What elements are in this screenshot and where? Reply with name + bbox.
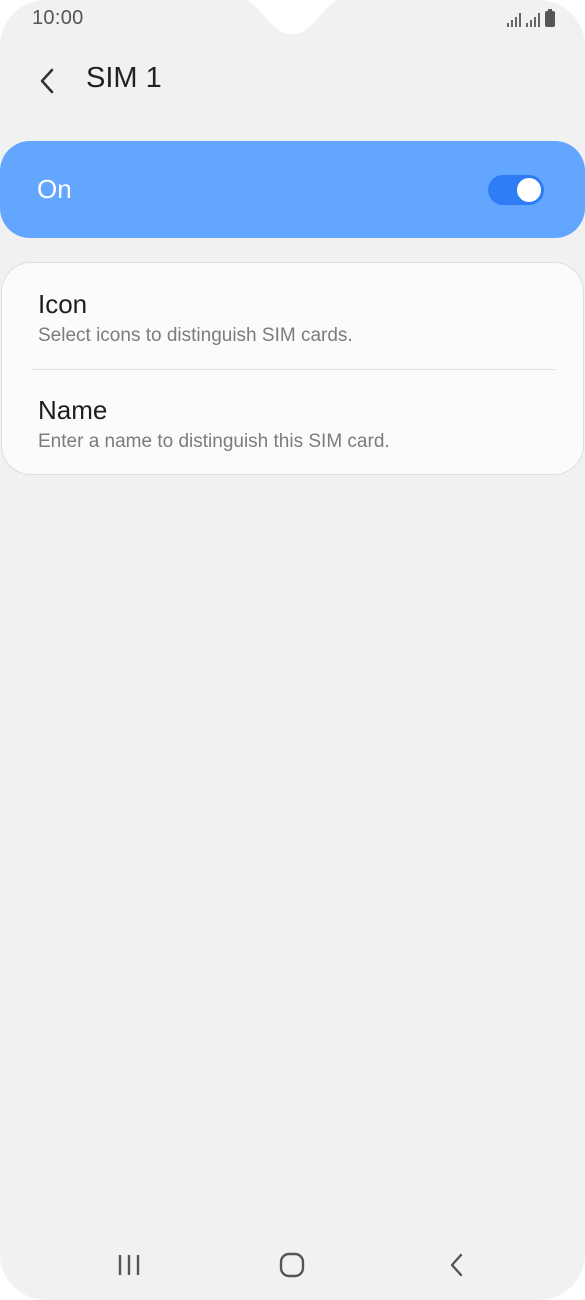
recents-icon	[118, 1255, 140, 1275]
home-icon	[279, 1252, 305, 1278]
setting-name-title: Name	[38, 395, 108, 425]
on-label: On	[37, 174, 72, 204]
setting-icon-subtitle: Select icons to distinguish SIM cards.	[38, 325, 353, 346]
back-icon	[450, 1253, 463, 1277]
chevron-left-icon	[40, 68, 54, 94]
header: SIM 1	[0, 56, 585, 106]
recents-button[interactable]	[99, 1240, 159, 1290]
home-button[interactable]	[262, 1240, 322, 1290]
settings-card: Icon Select icons to distinguish SIM car…	[1, 262, 584, 475]
back-nav-button[interactable]	[427, 1240, 487, 1290]
page-title: SIM 1	[86, 62, 162, 94]
signal-icon	[507, 13, 521, 27]
back-button[interactable]	[30, 64, 64, 98]
navigation-bar	[0, 1240, 585, 1290]
setting-name-subtitle: Enter a name to distinguish this SIM car…	[38, 431, 390, 452]
setting-icon-title: Icon	[38, 289, 88, 319]
battery-icon	[545, 9, 555, 27]
status-icons	[507, 9, 555, 27]
setting-name-item[interactable]: Name Enter a name to distinguish this SI…	[2, 370, 583, 476]
toggle-knob	[516, 177, 542, 203]
sim-toggle[interactable]	[488, 175, 544, 205]
setting-icon-item[interactable]: Icon Select icons to distinguish SIM car…	[2, 263, 583, 369]
signal-icon	[526, 13, 540, 27]
phone-screen: 10:00 SIM 1 On Icon Select icons to dist…	[0, 0, 585, 1300]
camera-notch	[245, 0, 339, 34]
status-time: 10:00	[32, 7, 84, 29]
